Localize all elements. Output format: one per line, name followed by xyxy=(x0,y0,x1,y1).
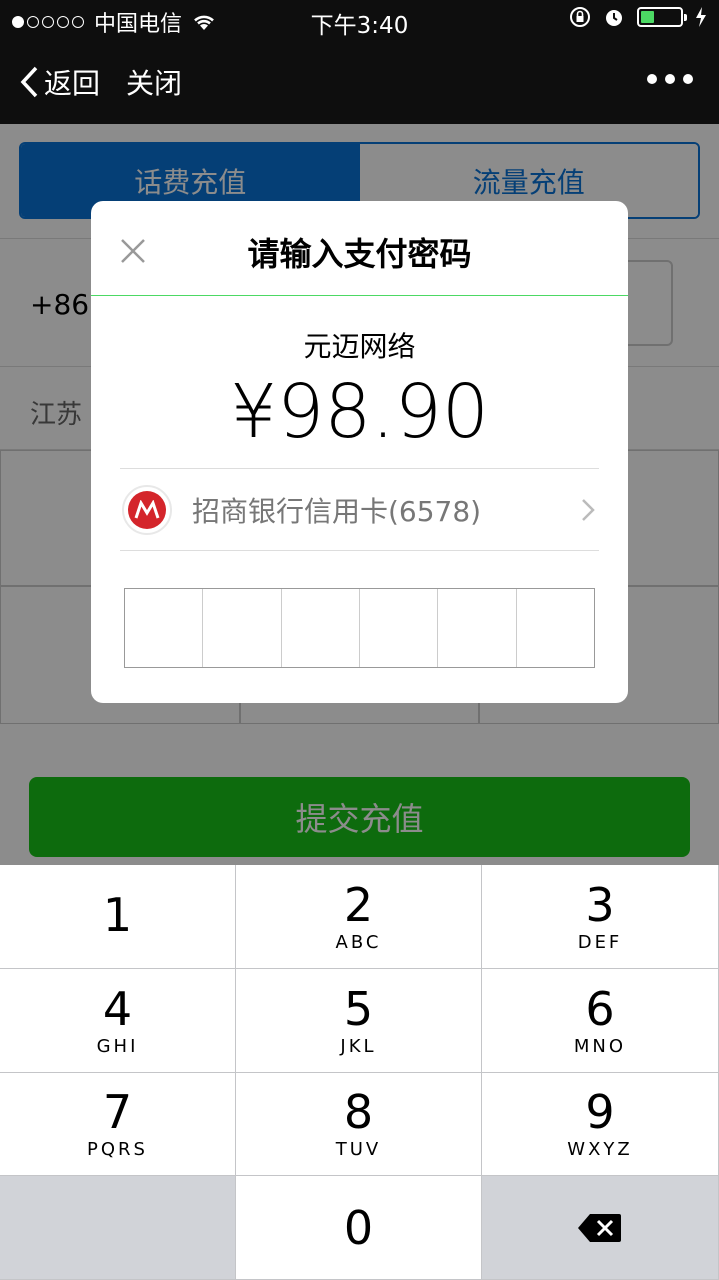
password-digit-cell xyxy=(282,589,360,667)
nav-bar: 返回 关闭 xyxy=(0,40,719,124)
more-options-icon[interactable] xyxy=(647,74,693,84)
key-blank xyxy=(0,1176,236,1280)
key-1[interactable]: 1 xyxy=(0,865,236,969)
key-2[interactable]: 2 ABC xyxy=(236,865,482,969)
password-digit-cell xyxy=(203,589,282,667)
password-digit-cell xyxy=(517,589,594,667)
numeric-keypad: 1 2 ABC 3 DEF 4 GHI 5 JKL 6 MNO 7 PQRS 8 TUV 9W… xyxy=(0,865,719,1280)
payment-password-dialog: 请输入支付密码 元迈网络 ¥98.90 招商银行信用卡(6578) xyxy=(91,201,628,703)
chevron-right-icon xyxy=(582,498,595,521)
dialog-title: 请输入支付密码 xyxy=(247,235,472,273)
back-label: 返回 xyxy=(44,67,101,100)
rotation-lock-icon xyxy=(570,7,590,27)
charging-icon xyxy=(696,7,706,27)
status-right xyxy=(569,6,707,28)
key-7[interactable]: 7 PQRS xyxy=(0,1072,236,1177)
bank-logo-icon xyxy=(122,484,172,535)
key-4[interactable]: 4 GHI xyxy=(0,968,236,1073)
divider xyxy=(120,550,599,551)
title-divider xyxy=(91,295,628,296)
password-digit-cell xyxy=(438,589,517,667)
key-8[interactable]: 8 TUV xyxy=(236,1072,482,1177)
payment-amount: ¥98.90 xyxy=(230,369,489,455)
delete-key[interactable] xyxy=(482,1176,719,1280)
alarm-icon xyxy=(606,10,622,26)
merchant-name: 元迈网络 xyxy=(303,330,416,363)
status-bar: 中国电信 下午3:40 xyxy=(0,0,719,40)
key-3[interactable]: 3 DEF xyxy=(482,865,719,969)
backspace-icon xyxy=(578,1213,621,1242)
password-digit-cell xyxy=(360,589,439,667)
password-digit-cell xyxy=(125,589,204,667)
back-button[interactable]: 返回 xyxy=(18,62,100,102)
key-9[interactable]: 9 WXYZ xyxy=(482,1072,719,1177)
password-input[interactable] xyxy=(124,588,595,668)
payment-card-label: 招商银行信用卡(6578) xyxy=(192,494,482,528)
key-5[interactable]: 5 JKL xyxy=(236,968,482,1073)
key-0[interactable]: 0 xyxy=(236,1176,482,1280)
chevron-left-icon xyxy=(20,66,38,98)
payment-method-selector[interactable]: 招商银行信用卡(6578) xyxy=(120,469,599,550)
key-6[interactable]: 6 MNO xyxy=(482,968,719,1073)
close-button[interactable]: 关闭 xyxy=(126,62,182,102)
battery-level xyxy=(641,11,654,23)
battery-icon xyxy=(637,7,687,27)
